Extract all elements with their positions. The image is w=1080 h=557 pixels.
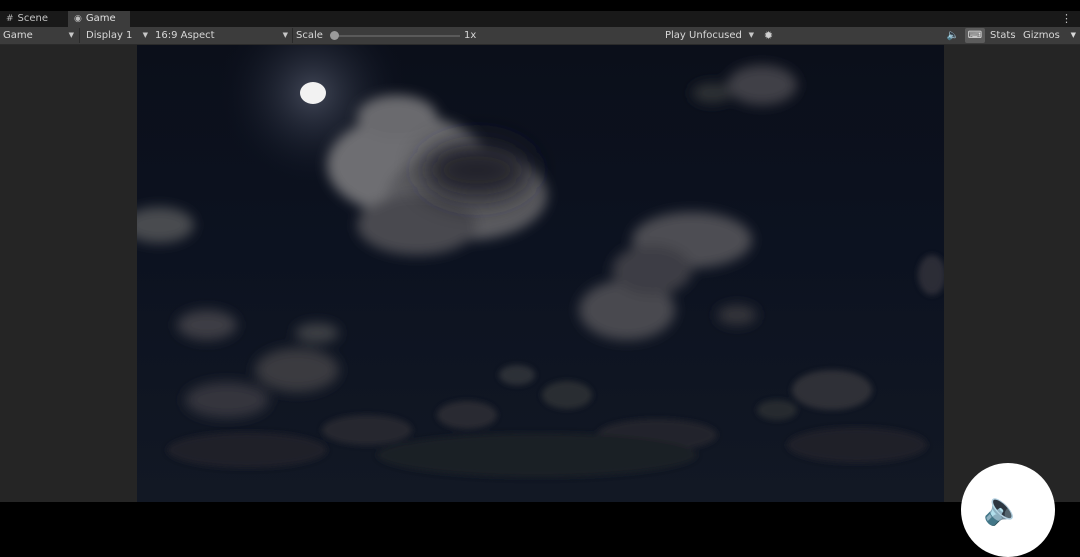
speaker-icon[interactable]: 🔈 [944,27,962,44]
game-view-label: Game [3,30,33,41]
scale-slider-handle[interactable] [330,31,339,40]
tab-game[interactable]: ◉ Game [68,11,130,27]
chevron-down-icon: ▼ [748,31,754,39]
tab-strip: # Scene ◉ Game ⋮ [0,11,1080,27]
night-sky-scene [137,45,944,477]
bottom-black-bar [0,502,1080,526]
cloud-left-edge [137,207,194,243]
play-mode-label: Play Unfocused [665,30,742,41]
keyboard-icon[interactable]: ⌨ [965,28,985,43]
chevron-down-icon: ▼ [1070,31,1076,39]
cloud-top-right [692,65,797,105]
tab-scene-label: Scene [17,13,49,24]
scale-value: 1x [464,30,477,41]
stats-button[interactable]: Stats [990,27,1016,44]
scale-label: Scale [296,30,323,41]
viewport-letterbox-right [944,45,1080,502]
tab-game-label: Game [85,13,116,24]
divider [79,28,80,43]
gizmos-label: Gizmos [1023,30,1060,41]
chevron-down-icon: ▼ [68,31,74,39]
play-mode-dropdown[interactable]: Play Unfocused ▼ [662,27,758,44]
gizmos-dropdown[interactable]: Gizmos ▼ [1023,27,1080,44]
cloud-shadow [422,140,532,200]
game-toolbar: Game ▼ Display 1 ▼ 16:9 Aspect ▼ Scale 1… [0,27,1080,45]
game-view-dropdown[interactable]: Game ▼ [0,27,78,44]
display-dropdown[interactable]: Display 1 ▼ [83,27,152,44]
scale-slider-track[interactable] [334,35,460,37]
chevron-down-icon: ▼ [142,31,148,39]
chevron-down-icon: ▼ [282,31,288,39]
gamepad-icon: ◉ [74,14,82,24]
tab-scene[interactable]: # Scene [0,11,66,27]
cloud-lower-left [177,310,339,418]
more-vertical-icon[interactable]: ⋮ [1061,11,1072,27]
display-label: Display 1 [86,30,133,41]
aspect-label: 16:9 Aspect [155,30,215,41]
floating-audio-button[interactable]: 🔈 [961,463,1055,557]
viewport-letterbox-left [0,45,137,502]
cloud-right-middle [579,212,757,340]
divider [292,28,293,43]
moon [300,82,326,104]
game-viewport[interactable] [137,45,944,502]
speaker-icon: 🔈 [983,489,1023,527]
aspect-dropdown[interactable]: 16:9 Aspect ▼ [152,27,292,44]
top-black-bar [0,0,1080,11]
grid-icon: # [6,14,14,24]
bug-icon[interactable]: ✹ [761,28,776,43]
